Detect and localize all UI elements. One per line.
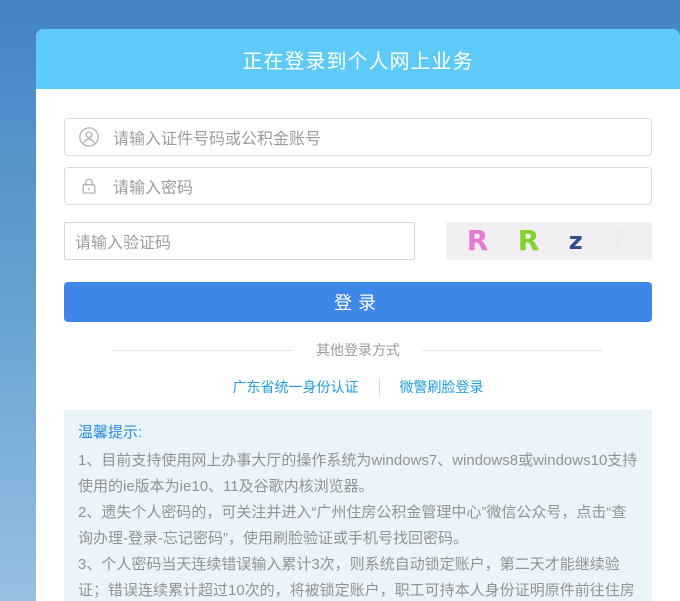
captcha-input[interactable]: 请输入验证码 <box>64 222 415 260</box>
login-button[interactable]: 登录 <box>64 282 652 322</box>
card-header: 正在登录到个人网上业务 <box>36 29 680 89</box>
lock-icon <box>65 176 113 196</box>
card-body: 请输入证件号码或公积金账号 请输入密码 请输入验证码 R R z F 登录 其他… <box>36 118 680 601</box>
user-icon <box>65 126 113 148</box>
alt-login-links: 广东省统一身份认证 微警刷脸登录 <box>64 377 652 397</box>
tip-item-2: 2、遗失个人密码的，可关注并进入“广州住房公积金管理中心”微信公众号，点击“查询… <box>78 504 627 547</box>
link-separator <box>378 378 380 396</box>
captcha-placeholder: 请输入验证码 <box>75 235 172 252</box>
captcha-letter: R <box>466 224 489 257</box>
captcha-image[interactable]: R R z F <box>446 222 652 260</box>
gd-unified-identity-link[interactable]: 广东省统一身份认证 <box>233 377 359 397</box>
divider-line-left <box>113 349 294 351</box>
other-login-label: 其他登录方式 <box>316 342 400 358</box>
captcha-letter: R <box>517 224 540 257</box>
page-title: 正在登录到个人网上业务 <box>242 50 474 73</box>
password-field[interactable]: 请输入密码 <box>64 167 652 205</box>
other-login-divider: 其他登录方式 <box>113 340 603 360</box>
login-card: 正在登录到个人网上业务 请输入证件号码或公积金账号 请输入密码 请输入验证码 R… <box>36 29 680 601</box>
weijing-face-login-link[interactable]: 微警刷脸登录 <box>400 377 484 397</box>
tip-item-3: 3、个人密码当天连续错误输入累计3次，则系统自动锁定账户，第二天才能继续验证；错… <box>78 556 635 599</box>
captcha-letter: z <box>568 227 583 255</box>
divider-line-right <box>422 349 603 351</box>
tip-item-1: 1、目前支持使用网上办事大厅的操作系统为windows7、windows8或wi… <box>78 452 638 495</box>
tips-title: 温馨提示: <box>78 424 143 441</box>
tips-box: 温馨提示: 1、目前支持使用网上办事大厅的操作系统为windows7、windo… <box>64 410 652 601</box>
captcha-letter: F <box>612 224 632 257</box>
password-placeholder: 请输入密码 <box>113 180 194 197</box>
account-placeholder: 请输入证件号码或公积金账号 <box>113 131 322 148</box>
captcha-row: 请输入验证码 R R z F <box>64 222 652 260</box>
account-field[interactable]: 请输入证件号码或公积金账号 <box>64 118 652 156</box>
